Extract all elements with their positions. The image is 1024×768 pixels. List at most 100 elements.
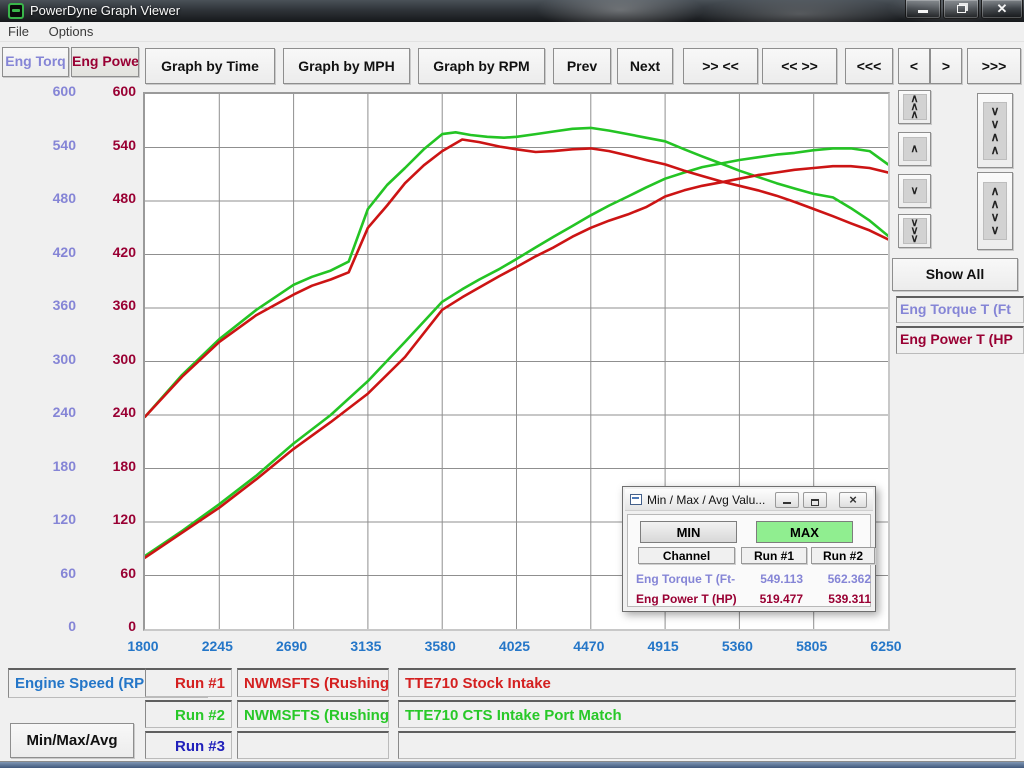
y-tick-label: 180: [20, 458, 76, 476]
minmax-row-torque-channel: Eng Torque T (Ft-: [636, 572, 735, 586]
y-tick-label: 420: [80, 244, 136, 262]
y-tick-label: 360: [80, 297, 136, 315]
minimize-button[interactable]: [905, 0, 941, 19]
chevron-up-icon: ∧: [903, 137, 927, 161]
dialog-minimize-button[interactable]: [775, 492, 799, 508]
y-tick-label: 360: [20, 297, 76, 315]
run1-file-label: NWMSFTS (Rushing,: [237, 668, 389, 697]
graph-by-rpm-button[interactable]: Graph by RPM: [418, 48, 545, 84]
title-bar[interactable]: PowerDyne Graph Viewer ✕: [0, 0, 1024, 22]
y-tick-label: 240: [80, 404, 136, 422]
minmax-row-power-run2-value: 539.311: [811, 592, 871, 606]
dialog-minimize-icon: [783, 502, 791, 504]
minmax-row-power-channel: Eng Power T (HP): [636, 592, 737, 606]
y-tick-label: 120: [20, 511, 76, 529]
zoom-in-x-button[interactable]: >> <<: [683, 48, 758, 84]
scroll-back-button[interactable]: <: [898, 48, 930, 84]
menu-file[interactable]: File: [0, 22, 37, 41]
y-tick-label: 420: [20, 244, 76, 262]
x-tick-label: 2245: [177, 638, 257, 656]
close-button[interactable]: ✕: [981, 0, 1023, 19]
y-tick-label: 300: [80, 351, 136, 369]
minmax-row-torque-run1-value: 549.113: [741, 572, 803, 586]
minmaxavg-button[interactable]: Min/Max/Avg: [10, 723, 134, 758]
y-tick-label: 600: [80, 83, 136, 101]
dialog-icon: [630, 494, 642, 505]
graph-by-time-button[interactable]: Graph by Time: [145, 48, 275, 84]
y-tick-label: 480: [80, 190, 136, 208]
menu-bar: File Options: [0, 22, 1024, 42]
channel-button-eng-torque[interactable]: Eng Torq: [2, 47, 69, 77]
close-icon: ✕: [997, 1, 1008, 16]
dialog-maximize-button[interactable]: [803, 492, 827, 508]
column-header-run2[interactable]: Run #2: [811, 547, 875, 564]
y-tick-label: 60: [80, 565, 136, 583]
y-tick-label: 600: [20, 83, 76, 101]
zoom-out-x-button[interactable]: << >>: [762, 48, 837, 84]
y-tick-label: 540: [20, 137, 76, 155]
y-tick-label: 540: [80, 137, 136, 155]
run1-description: TTE710 Stock Intake: [398, 668, 1016, 697]
dialog-maximize-icon: [811, 499, 819, 506]
minmax-row-power-run1-value: 519.477: [741, 592, 803, 606]
run2-description: TTE710 CTS Intake Port Match: [398, 700, 1016, 728]
triple-chevron-down-icon: ∨∨∨: [903, 218, 927, 244]
prev-button[interactable]: Prev: [553, 48, 611, 84]
y-scroll-page-up-button[interactable]: ∧∧∧: [898, 90, 931, 124]
x-tick-label: 3135: [326, 638, 406, 656]
y-zoom-in-button[interactable]: ∨∨∧∧: [977, 93, 1013, 168]
minmax-dialog-title: Min / Max / Avg Valu...: [647, 493, 765, 507]
next-button[interactable]: Next: [617, 48, 673, 84]
run1-label: Run #1: [145, 668, 232, 697]
show-all-button[interactable]: Show All: [892, 258, 1018, 291]
y-tick-label: 480: [20, 190, 76, 208]
power-channel-label[interactable]: Eng Power T (HP: [896, 326, 1024, 354]
y-tick-label: 0: [20, 618, 76, 636]
dialog-close-icon: ×: [849, 492, 857, 507]
x-tick-label: 6250: [846, 638, 926, 656]
window-title: PowerDyne Graph Viewer: [30, 3, 180, 18]
y-scroll-down-button[interactable]: ∨: [898, 174, 931, 208]
y-tick-label: 240: [20, 404, 76, 422]
minmax-dialog: Min / Max / Avg Valu... × MIN MAX Channe…: [622, 486, 876, 612]
max-toggle-button[interactable]: MAX: [756, 521, 853, 543]
run2-file-label: NWMSFTS (Rushing,: [237, 700, 389, 728]
restore-button[interactable]: [943, 0, 979, 19]
run3-description: [398, 731, 1016, 759]
minmax-dialog-titlebar[interactable]: Min / Max / Avg Valu... ×: [625, 489, 873, 511]
scroll-forward-button[interactable]: >: [930, 48, 962, 84]
y-scroll-up-button[interactable]: ∧: [898, 132, 931, 166]
min-toggle-button[interactable]: MIN: [640, 521, 737, 543]
y-zoom-out-button[interactable]: ∧∧∨∨: [977, 172, 1013, 250]
app-icon: [8, 3, 24, 19]
x-tick-label: 5805: [772, 638, 852, 656]
expand-vertical-icon: ∧∧∨∨: [983, 182, 1007, 240]
restore-icon: [957, 5, 966, 13]
column-header-channel[interactable]: Channel: [638, 547, 735, 564]
scroll-first-button[interactable]: <<<: [845, 48, 893, 84]
run2-label: Run #2: [145, 700, 232, 728]
x-tick-label: 3580: [400, 638, 480, 656]
triple-chevron-up-icon: ∧∧∧: [903, 94, 927, 120]
scroll-last-button[interactable]: >>>: [967, 48, 1021, 84]
x-tick-label: 2690: [252, 638, 332, 656]
menu-options[interactable]: Options: [41, 22, 102, 41]
column-header-run1[interactable]: Run #1: [741, 547, 807, 564]
run3-file-label: [237, 731, 389, 759]
minimize-icon: [918, 10, 928, 13]
y-tick-label: 120: [80, 511, 136, 529]
graph-by-mph-button[interactable]: Graph by MPH: [283, 48, 410, 84]
powerdyne-window: PowerDyne Graph Viewer ✕ File Options En…: [0, 0, 1024, 768]
y-tick-label: 0: [80, 618, 136, 636]
run3-label: Run #3: [145, 731, 232, 759]
y-scroll-page-down-button[interactable]: ∨∨∨: [898, 214, 931, 248]
y-tick-label: 180: [80, 458, 136, 476]
y-tick-label: 60: [20, 565, 76, 583]
x-tick-label: 4915: [623, 638, 703, 656]
torque-channel-label[interactable]: Eng Torque T (Ft: [896, 296, 1024, 323]
minmax-row-torque-run2-value: 562.362: [811, 572, 871, 586]
channel-button-eng-power[interactable]: Eng Powe: [71, 47, 139, 77]
dialog-close-button[interactable]: ×: [839, 492, 867, 508]
x-tick-label: 4470: [549, 638, 629, 656]
window-bottom-edge: [0, 761, 1024, 768]
